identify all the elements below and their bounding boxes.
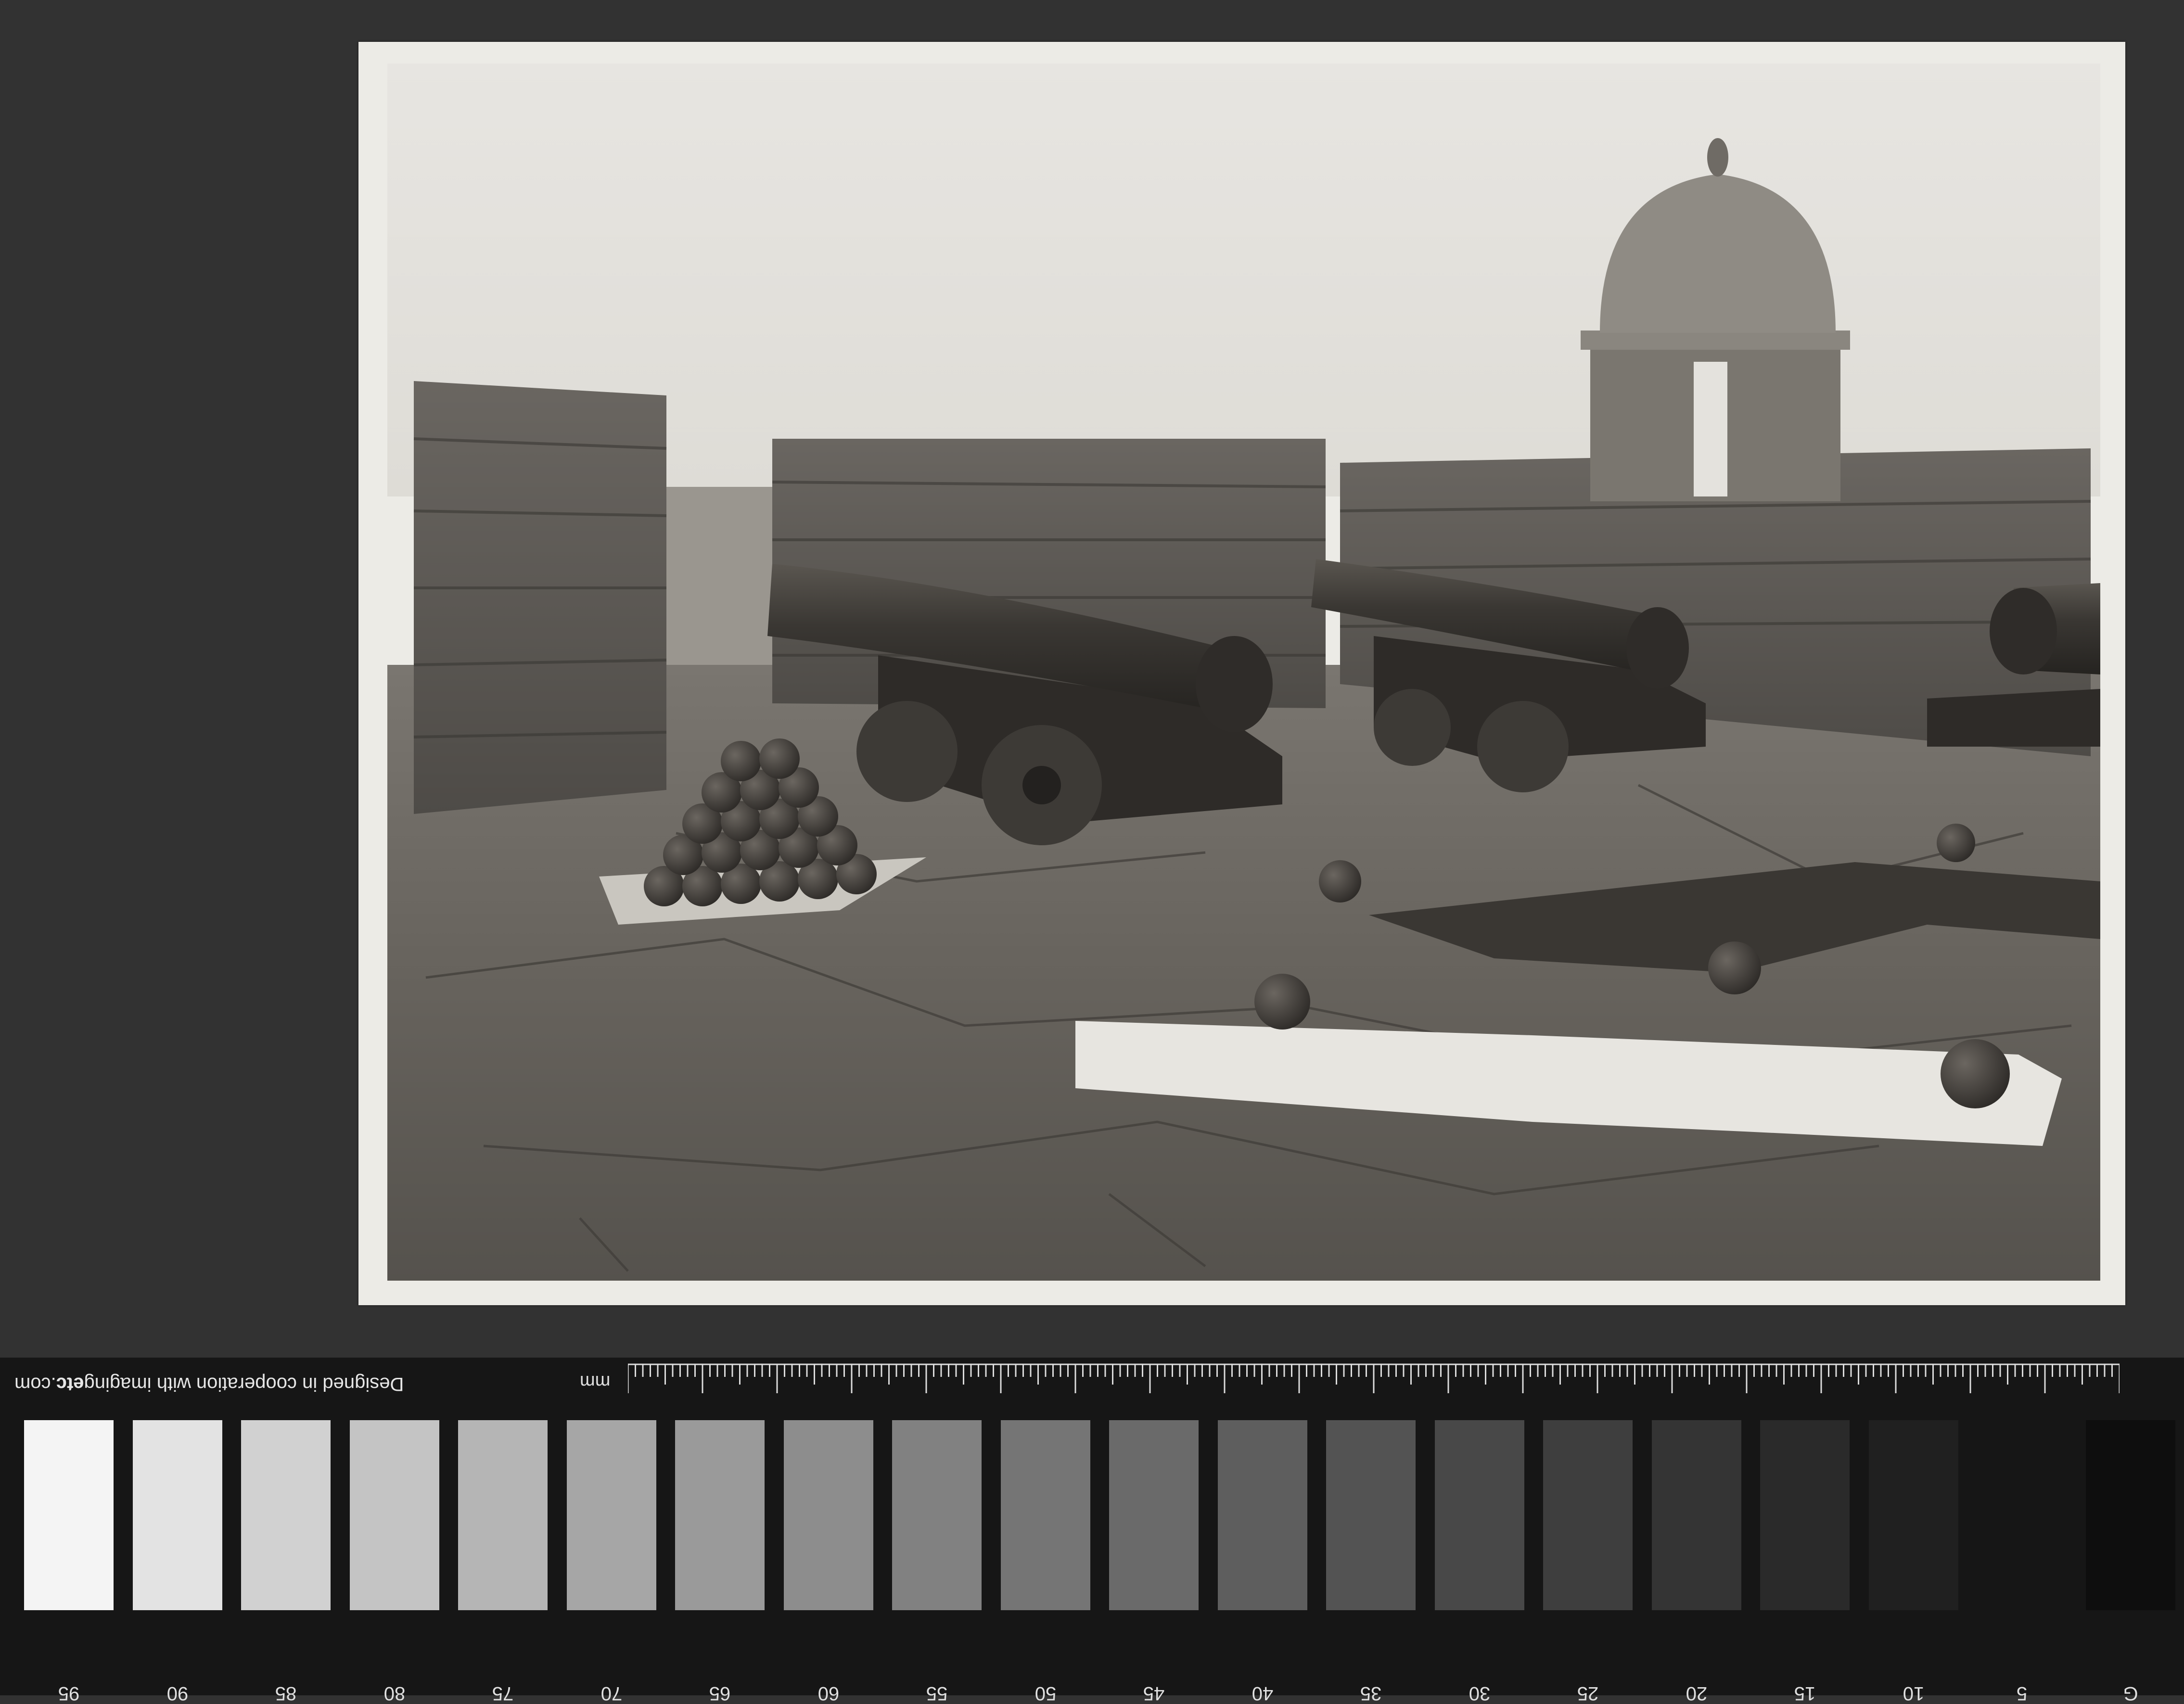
patch-label: 50: [1035, 1683, 1056, 1704]
gray-patch: [1326, 1420, 1416, 1610]
patch-label: 65: [709, 1683, 731, 1704]
cannonball: [1937, 824, 1975, 862]
patch-label: 45: [1143, 1683, 1165, 1704]
grayscale-target-strip: Designed in cooperation with imagingetc.…: [0, 1358, 2184, 1704]
patch-label: 35: [1360, 1683, 1382, 1704]
gray-patch: [1651, 1420, 1741, 1610]
patch-label: 40: [1252, 1683, 1273, 1704]
gray-patch: [241, 1420, 331, 1610]
gray-patch: [1977, 1420, 2067, 1610]
patch-label: 55: [926, 1683, 948, 1704]
gray-patch: [1868, 1420, 1958, 1610]
mm-ruler: [628, 1363, 2120, 1393]
patch-label: 90: [166, 1683, 188, 1704]
patch-label: 15: [1794, 1683, 1816, 1704]
gray-patch: [566, 1420, 656, 1610]
gray-patch: [1434, 1420, 1524, 1610]
gray-patch: [349, 1420, 439, 1610]
gray-patch: [892, 1420, 982, 1610]
patch-label: 10: [1903, 1683, 1924, 1704]
ruler-unit-label: mm: [580, 1372, 611, 1392]
patch-label: 20: [1686, 1683, 1707, 1704]
gray-patch: [1217, 1420, 1307, 1610]
grayscale-patches: 95 90 85 80 75 70 65 60 55 50 45 40 35 30 25 20 15 10 5 G: [24, 1420, 2180, 1704]
patch-label: G: [2122, 1683, 2138, 1704]
cannonball: [1319, 860, 1361, 903]
cannonball: [1941, 1039, 2010, 1108]
patch-label: 95: [58, 1683, 80, 1704]
gray-patch: [1543, 1420, 1633, 1610]
patch-label: 70: [600, 1683, 622, 1704]
patch-label: 75: [492, 1683, 514, 1704]
patch-label: 85: [275, 1683, 297, 1704]
gray-patch: [1760, 1420, 1850, 1610]
gray-patch: [675, 1420, 765, 1610]
patch-label: 5: [2016, 1683, 2028, 1704]
gray-patch: [132, 1420, 222, 1610]
gray-patch: [458, 1420, 548, 1610]
cannonball: [1254, 974, 1310, 1030]
patch-label: 25: [1577, 1683, 1599, 1704]
patch-label: 60: [817, 1683, 839, 1704]
gray-patch: [783, 1420, 873, 1610]
fort-cannons-photo: [387, 64, 2100, 1281]
gray-patch: [2085, 1420, 2175, 1610]
target-credit: Designed in cooperation with imagingetc.…: [14, 1373, 404, 1395]
gray-patch: [1109, 1420, 1199, 1610]
patch-label: 80: [383, 1683, 405, 1704]
patch-label: 30: [1469, 1683, 1490, 1704]
cannonball: [1708, 941, 1761, 994]
gray-patch: [24, 1420, 114, 1610]
photo-print: [358, 42, 2125, 1305]
gray-patch: [1000, 1420, 1090, 1610]
